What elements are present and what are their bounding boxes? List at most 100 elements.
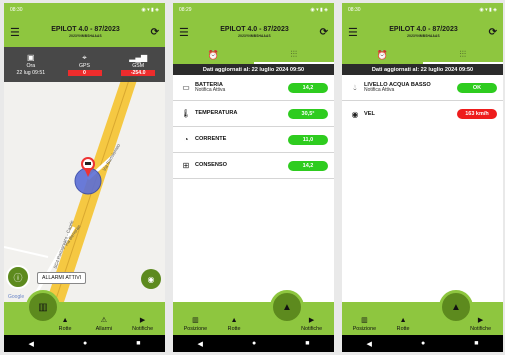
map-icon: ▥: [361, 317, 368, 324]
signal-icon: ▂▄▆: [129, 52, 148, 62]
calendar-icon: ▣: [27, 52, 35, 62]
sensor-row-consenso[interactable]: ⊞ CONSENSO 14,2: [173, 153, 334, 179]
info-gsm-label: GSM: [132, 62, 145, 69]
nav-posizione[interactable]: ▥ Posizione: [345, 317, 384, 332]
tab-alarm-clock[interactable]: ⏰: [173, 47, 254, 64]
status-bar: 08:29 ◉ ▾ ▮ ◈: [173, 3, 334, 17]
updated-banner: Dati aggiornati al: 22 luglio 2024 09:50: [342, 64, 503, 75]
alarm-info-button[interactable]: ⓘ: [6, 265, 30, 289]
recents-icon[interactable]: ■: [474, 340, 478, 347]
bottom-nav: ▥ Posizione ▲ Rotte .. ▶ Notifiche: [173, 302, 334, 335]
sensor-name: CONSENSO: [195, 162, 228, 169]
sensors-screen: 08:29 ◉ ▾ ▮ ◈ ☰ EPILOT 4.0 - 87/2023 202…: [173, 3, 334, 352]
side-road-3: [4, 246, 49, 258]
sensor-name: CORRENTE: [195, 136, 227, 143]
nav-notifiche[interactable]: ▶ Notifiche: [123, 317, 162, 332]
status-time: 08:29: [179, 7, 192, 13]
info-time-value: 22 lug 09:51: [16, 69, 46, 76]
nav-posizione-label: Posizione: [183, 326, 208, 332]
alarms-fab[interactable]: ▲: [439, 290, 473, 324]
sliders-icon: ⫶⫶⫶: [459, 49, 467, 59]
sensor-value: 30,5°: [288, 108, 328, 119]
sensor-label-block: LIVELLO ACQUA BASSO Notifica Attiva: [364, 82, 457, 94]
nav-rotte[interactable]: ▲ Rotte: [384, 317, 423, 332]
nav-rotte-label: Rotte: [58, 326, 72, 332]
tab-alarm-clock[interactable]: ⏰: [342, 47, 423, 64]
sensor-row-corrente[interactable]: ◔ CORRENTE 11,0: [173, 127, 334, 153]
app-title: EPILOT 4.0 - 87/2023: [220, 25, 289, 33]
tab-sensors[interactable]: ⫶⫶⫶: [253, 47, 334, 64]
menu-icon[interactable]: ☰: [10, 26, 26, 39]
sliders-icon: ⫶⫶⫶: [290, 49, 298, 59]
nav-posizione[interactable]: ▥ Posizione: [176, 317, 215, 332]
sensor-label-block: CONSENSO: [195, 162, 288, 168]
notifications-icon: ▶: [308, 317, 315, 324]
system-nav: ◀ ● ■: [342, 335, 503, 352]
sensor-value: 14,2: [288, 82, 328, 93]
sensor-value: OK: [457, 82, 497, 93]
refresh-icon[interactable]: ⟳: [145, 27, 159, 38]
refresh-icon[interactable]: ⟳: [314, 27, 328, 38]
alarm-clock-icon: ⏰: [376, 50, 388, 60]
nav-allarmi-label: Allarmi: [95, 326, 113, 332]
back-icon[interactable]: ◀: [367, 340, 372, 348]
map-canvas: [4, 76, 138, 302]
nav-posizione-label: Posizione: [352, 326, 377, 332]
nav-allarmi[interactable]: ⚠ Allarmi: [85, 317, 124, 332]
map-icon: ▥: [192, 317, 199, 324]
map-view[interactable]: SC4 Portogruaro - Caorle Via Benorae Via…: [4, 47, 165, 302]
locate-button[interactable]: ◉: [141, 269, 161, 289]
back-icon[interactable]: ◀: [29, 340, 34, 348]
nav-notifiche-label: Notifiche: [470, 326, 492, 332]
info-gps: ⌖ GPS 0: [58, 47, 112, 82]
recents-icon[interactable]: ■: [305, 340, 309, 347]
route-icon: ▲: [61, 317, 69, 324]
route-icon: ▲: [230, 317, 238, 324]
alarm-tooltip: ALLARMI ATTIVI: [37, 272, 87, 284]
menu-icon[interactable]: ☰: [348, 26, 364, 39]
sensor-value: 14,2: [288, 160, 328, 171]
sensor-row-livello-acqua[interactable]: 💧︎ LIVELLO ACQUA BASSO Notifica Attiva O…: [342, 75, 503, 101]
sensor-name: VEL: [364, 110, 375, 117]
refresh-icon[interactable]: ⟳: [483, 27, 497, 38]
nav-rotte[interactable]: ▲ Rotte: [215, 317, 254, 332]
thermometer-icon: 🌡︎: [180, 109, 192, 118]
sensor-row-batteria[interactable]: ▭ BATTERIA Notifica Attiva 14,2: [173, 75, 334, 101]
sensor-label-block: CORRENTE: [195, 136, 288, 142]
map-fab[interactable]: ▥: [26, 290, 60, 324]
sensor-sub: Notifica Attiva: [364, 86, 395, 93]
info-gps-label: GPS: [79, 62, 90, 69]
home-icon[interactable]: ●: [252, 340, 256, 347]
sensor-row-vel[interactable]: ◉ VEL 163 km/h: [342, 101, 503, 127]
app-subtitle: 2023YNMBSHAAAS: [407, 33, 440, 38]
alarms-fab[interactable]: ▲: [270, 290, 304, 324]
app-title-block: EPILOT 4.0 - 87/2023 2023YNMBSHAAAS: [195, 26, 314, 38]
info-gps-value: 0: [67, 69, 102, 76]
sensor-row-temperatura[interactable]: 🌡︎ TEMPERATURA 30,5°: [173, 101, 334, 127]
recents-icon[interactable]: ■: [136, 340, 140, 347]
sensor-name: TEMPERATURA: [195, 110, 238, 117]
sensor-sub: Notifica Attiva: [195, 86, 226, 93]
sensor-label-block: VEL: [364, 111, 457, 117]
sensor-label-block: TEMPERATURA: [195, 110, 288, 116]
tab-sensors[interactable]: ⫶⫶⫶: [422, 47, 503, 64]
app-subtitle: 2023YNMBSHAAAS: [69, 33, 102, 38]
map-screen: 08:30 ◉ ▾ ▮ ◈ ☰ EPILOT 4.0 - 87/2023 202…: [4, 3, 165, 352]
sensor-value: 163 km/h: [457, 109, 497, 119]
home-icon[interactable]: ●: [83, 340, 87, 347]
tab-bar: ⏰ ⫶⫶⫶: [173, 47, 334, 64]
home-icon[interactable]: ●: [421, 340, 425, 347]
tab-bar: ⏰ ⫶⫶⫶: [342, 47, 503, 64]
back-icon[interactable]: ◀: [198, 340, 203, 348]
info-bar: ▣ Ora 22 lug 09:51 ⌖ GPS 0 ▂▄▆ GSM -254.…: [4, 47, 165, 82]
sensors-screen-2: 08:30 ◉ ▾ ▮ ◈ ☰ EPILOT 4.0 - 87/2023 202…: [342, 3, 503, 352]
app-header: ☰ EPILOT 4.0 - 87/2023 2023YNMBSHAAAS ⟳: [342, 17, 503, 47]
app-title: EPILOT 4.0 - 87/2023: [389, 25, 458, 33]
ignition-icon: ⊞: [182, 161, 190, 170]
info-time-label: Ora: [26, 62, 36, 69]
water-drop-icon: 💧︎: [353, 82, 357, 92]
info-time: ▣ Ora 22 lug 09:51: [4, 47, 58, 82]
menu-icon[interactable]: ☰: [179, 26, 195, 39]
alarm-icon: ⚠: [100, 317, 108, 324]
speed-icon: ◉: [351, 109, 359, 119]
